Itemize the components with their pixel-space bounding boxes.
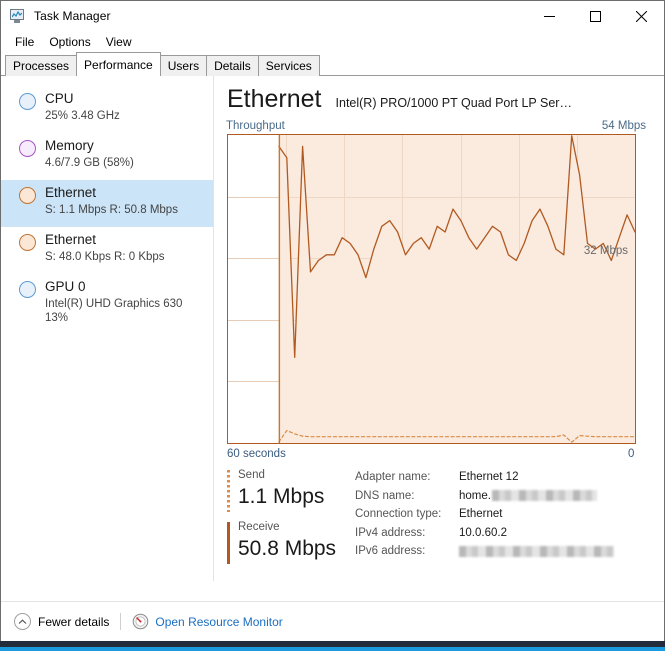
receive-marker-icon: [227, 522, 230, 564]
info-label: IPv6 address:: [355, 545, 426, 557]
info-value-adapter-name: Ethernet 12: [459, 471, 519, 483]
info-value-ipv6-address: [459, 542, 614, 561]
desktop-accent-bar: [0, 647, 665, 651]
throughput-graph[interactable]: 32 Mbps: [227, 134, 636, 444]
maximize-button[interactable]: [572, 1, 618, 31]
graph-axis-end-label: 0: [628, 448, 635, 460]
receive-stat: Receive 50.8 Mbps: [227, 520, 347, 564]
ethernet-status-circle-icon: [19, 187, 36, 204]
receive-value: 50.8 Mbps: [238, 537, 337, 560]
sidebar-item-detail: Intel(R) UHD Graphics 630: [45, 298, 183, 310]
performance-detail-panel: Ethernet Intel(R) PRO/1000 PT Quad Port …: [214, 76, 664, 581]
info-label: Connection type:: [355, 508, 442, 520]
tab-users[interactable]: Users: [159, 55, 208, 76]
adapter-description: Intel(R) PRO/1000 PT Quad Port LP Ser…: [335, 96, 572, 110]
redacted-dns-suffix: [491, 490, 597, 502]
network-stats: Send 1.1 Mbps Receive 50.8 Mbps Adapter …: [227, 468, 614, 572]
tab-performance[interactable]: Performance: [76, 52, 161, 77]
page-title: Ethernet: [227, 85, 322, 113]
graph-caption: Throughput: [226, 120, 285, 132]
redacted-ipv6-address: [459, 545, 614, 557]
tab-strip: Processes Performance Users Details Serv…: [1, 52, 664, 77]
task-manager-icon: [10, 8, 26, 24]
menu-item-file[interactable]: File: [8, 33, 41, 51]
task-manager-window: Task Manager File Options View Processes…: [0, 0, 665, 641]
receive-label: Receive: [238, 521, 280, 533]
sidebar-item-label: Ethernet: [45, 185, 97, 200]
ethernet-status-circle-icon: [19, 234, 36, 251]
gpu-status-circle-icon: [19, 281, 36, 298]
sidebar-item-ethernet-2[interactable]: Ethernet S: 48.0 Kbps R: 0 Kbps: [1, 227, 213, 274]
info-label: Adapter name:: [355, 471, 431, 483]
chevron-up-icon: [14, 613, 31, 630]
graph-axis-start-label: 60 seconds: [227, 448, 286, 460]
sidebar-item-detail: S: 48.0 Kbps R: 0 Kbps: [45, 251, 165, 263]
throughput-chart-svg: [228, 135, 635, 443]
memory-status-circle-icon: [19, 140, 36, 157]
sidebar-item-label: GPU 0: [45, 279, 86, 294]
sidebar-item-detail: 25% 3.48 GHz: [45, 110, 120, 122]
dns-prefix: home.: [459, 489, 491, 502]
info-label: DNS name:: [355, 489, 415, 502]
sidebar-item-detail: S: 1.1 Mbps R: 50.8 Mbps: [45, 204, 178, 216]
content-area: CPU 25% 3.48 GHz Memory 4.6/7.9 GB (58%)…: [1, 76, 664, 581]
chart-wave-icon: [12, 11, 22, 18]
footer-divider: [120, 613, 122, 630]
open-resource-monitor-link[interactable]: Open Resource Monitor: [132, 613, 283, 630]
fewer-details-button[interactable]: Fewer details: [14, 613, 109, 630]
menu-item-view[interactable]: View: [99, 33, 139, 51]
send-value: 1.1 Mbps: [238, 485, 325, 508]
info-value-dns-name: home.: [459, 487, 614, 506]
sidebar-item-label: Ethernet: [45, 232, 97, 247]
send-marker-icon: [227, 470, 230, 512]
footer-bar: Fewer details Open Resource Monitor: [1, 601, 664, 641]
send-label: Send: [238, 469, 265, 481]
graph-max-label: 54 Mbps: [601, 120, 646, 132]
sidebar-item-memory[interactable]: Memory 4.6/7.9 GB (58%): [1, 133, 213, 180]
send-stat: Send 1.1 Mbps: [227, 468, 347, 512]
minimize-button[interactable]: [526, 1, 572, 31]
menu-bar: File Options View: [1, 31, 664, 52]
sidebar-item-cpu[interactable]: CPU 25% 3.48 GHz: [1, 86, 213, 133]
tab-details[interactable]: Details: [206, 55, 259, 76]
info-label: IPv4 address:: [355, 526, 426, 539]
resource-monitor-icon: [132, 613, 149, 630]
tab-processes[interactable]: Processes: [5, 55, 78, 76]
throughput-values: Send 1.1 Mbps Receive 50.8 Mbps: [227, 468, 347, 572]
close-button[interactable]: [618, 1, 664, 31]
sidebar-item-detail: 4.6/7.9 GB (58%): [45, 157, 134, 169]
sidebar-item-label: Memory: [45, 138, 94, 153]
info-value-ipv4-address: 10.0.60.2: [459, 526, 507, 539]
resource-sidebar: CPU 25% 3.48 GHz Memory 4.6/7.9 GB (58%)…: [1, 76, 214, 581]
panel-header: Ethernet Intel(R) PRO/1000 PT Quad Port …: [227, 84, 654, 114]
info-value-connection-type: Ethernet: [459, 508, 503, 520]
fewer-details-label: Fewer details: [38, 614, 110, 629]
sidebar-item-gpu-0[interactable]: GPU 0 Intel(R) UHD Graphics 630 13%: [1, 274, 213, 337]
sidebar-item-label: CPU: [45, 91, 74, 106]
open-resource-monitor-label: Open Resource Monitor: [155, 614, 283, 629]
adapter-info-table: Adapter name: Ethernet 12 DNS name: home…: [355, 468, 614, 572]
title-bar: Task Manager: [1, 1, 664, 31]
window-controls: [526, 1, 664, 31]
graph-inner-annotation: 32 Mbps: [583, 245, 628, 257]
cpu-status-circle-icon: [19, 93, 36, 110]
sidebar-item-detail-2: 13%: [45, 312, 69, 324]
menu-item-options[interactable]: Options: [42, 33, 97, 51]
sidebar-item-ethernet-1[interactable]: Ethernet S: 1.1 Mbps R: 50.8 Mbps: [1, 180, 213, 227]
tab-services[interactable]: Services: [257, 55, 320, 76]
window-title: Task Manager: [34, 9, 111, 23]
